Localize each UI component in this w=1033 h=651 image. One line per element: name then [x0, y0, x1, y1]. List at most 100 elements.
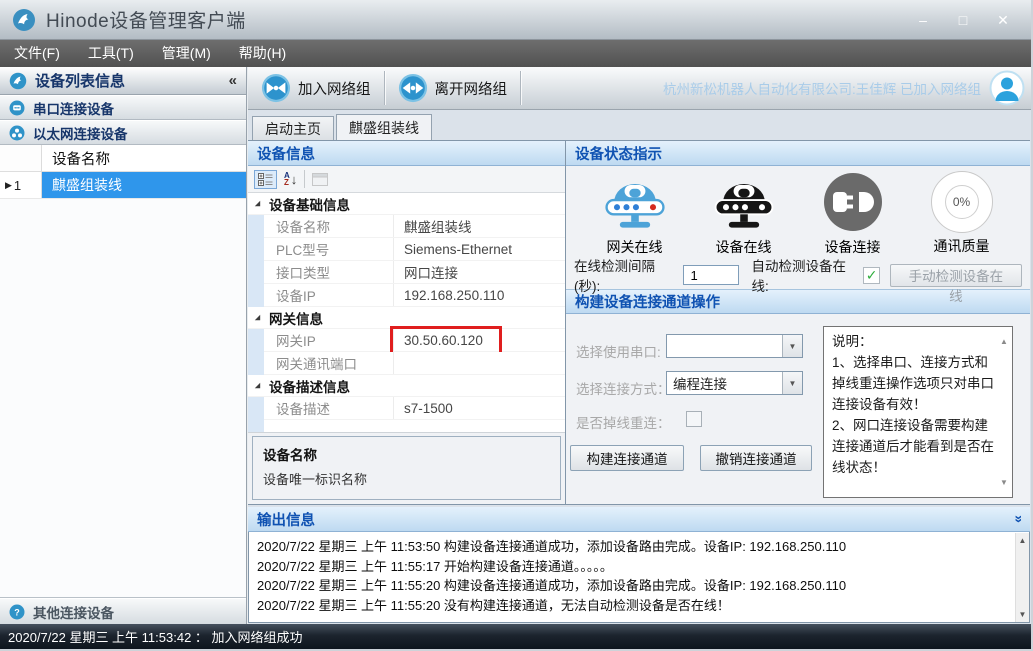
device-name-column-header[interactable]: 设备名称 — [42, 145, 246, 171]
serial-select-label: 选择使用串口: — [576, 341, 661, 361]
gateway-online-icon — [599, 170, 671, 234]
description-text: 设备唯一标识名称 — [263, 469, 550, 488]
comm-quality-gauge: 0% — [931, 171, 993, 233]
toolbar-separator — [304, 170, 305, 188]
scroll-up-icon[interactable]: ▲ — [1000, 331, 1008, 352]
join-network-button[interactable]: 加入网络组 — [248, 67, 384, 109]
expand-triangle-icon — [253, 313, 262, 322]
comm-quality-indicator: 0% 通讯质量 — [907, 171, 1016, 256]
mode-select-dropdown[interactable]: 编程连接 ▼ — [666, 371, 803, 395]
serial-port-icon — [9, 100, 25, 116]
status-indicators: 网关在线 设备在线 — [566, 166, 1030, 261]
app-logo-icon — [12, 8, 36, 32]
sidebar-item-label: 其他连接设备 — [33, 602, 114, 622]
join-network-label: 加入网络组 — [298, 78, 371, 99]
expand-triangle-icon — [253, 199, 262, 208]
close-button[interactable]: ✕ — [991, 9, 1015, 31]
leave-network-label: 离开网络组 — [435, 78, 508, 99]
categorized-icon[interactable] — [254, 170, 277, 189]
category-row[interactable]: 设备描述信息 — [248, 375, 565, 397]
reconnect-checkbox[interactable] — [686, 411, 702, 427]
row-index-cell: ▶ 1 — [0, 172, 42, 198]
serial-select-dropdown[interactable]: ▼ — [666, 334, 803, 358]
device-name-cell[interactable]: 麒盛组装线 — [42, 172, 246, 198]
user-network-status: 杭州新松机器人自动化有限公司:王佳辉 已加入网络组 — [663, 78, 981, 98]
auto-detect-checkbox[interactable]: ✓ — [863, 267, 879, 284]
sidebar-empty-area — [0, 198, 246, 598]
log-line: 2020/7/22 星期三 上午 11:53:50 构建设备连接通道成功，添加设… — [257, 537, 1007, 557]
sidebar-header: 设备列表信息 « — [0, 67, 246, 95]
property-value[interactable]: 麒盛组装线 — [394, 216, 565, 236]
revoke-channel-button[interactable]: 撤销连接通道 — [700, 445, 812, 471]
property-description-box: 设备名称 设备唯一标识名称 — [252, 436, 561, 500]
scroll-down-icon[interactable]: ▼ — [1000, 472, 1008, 493]
svg-text:?: ? — [14, 607, 20, 617]
note-line: 说明： — [832, 331, 996, 352]
other-devices-icon: ? — [9, 604, 25, 620]
check-icon: ✓ — [866, 268, 878, 282]
table-row[interactable]: ▶ 1 麒盛组装线 — [0, 172, 246, 198]
chevron-down-icon[interactable]: « — [1009, 515, 1025, 523]
property-value[interactable]: s7-1500 — [394, 401, 565, 416]
manual-detect-button[interactable]: 手动检测设备在线 — [890, 264, 1022, 287]
instructions-box: 说明： 1、选择串口、连接方式和掉线重连操作选项只对串口连接设备有效！ 2、网口… — [823, 326, 1013, 498]
sidebar-item-ethernet-devices[interactable]: 以太网连接设备 — [0, 120, 246, 145]
build-channel-button[interactable]: 构建连接通道 — [570, 445, 684, 471]
property-row: PLC型号 Siemens-Ethernet — [264, 238, 565, 261]
gateway-online-indicator: 网关在线 — [580, 170, 689, 257]
channel-ops-body: 选择使用串口: ▼ 选择连接方式： 编程连接 ▼ 是否掉线重连： 构建连接通道 … — [566, 314, 1030, 505]
chevron-down-icon[interactable]: ▼ — [782, 335, 802, 357]
property-pages-icon[interactable] — [312, 173, 328, 186]
log-line: 2020/7/22 星期三 上午 11:55:17 开始构建设备连接通道。。。。… — [257, 557, 1007, 577]
property-row: 接口类型 网口连接 — [264, 261, 565, 284]
device-list-sidebar: 设备列表信息 « 串口连接设备 以太网连接设备 设备名称 ▶ 1 — [0, 67, 247, 624]
sort-alphabetical-icon[interactable]: A Z ↓ — [284, 172, 297, 187]
scroll-down-icon[interactable]: ▼ — [1019, 610, 1027, 619]
interval-input[interactable] — [683, 265, 739, 285]
expand-triangle-icon — [253, 381, 262, 390]
app-window: Hinode设备管理客户端 – □ ✕ 文件(F) 工具(T) 管理(M) 帮助… — [0, 0, 1031, 649]
leave-network-button[interactable]: 离开网络组 — [385, 67, 521, 109]
device-connect-icon — [821, 170, 885, 234]
chevron-down-icon[interactable]: ▼ — [782, 372, 802, 394]
tab-device-page[interactable]: 麒盛组装线 — [336, 114, 432, 140]
sidebar-item-other-devices[interactable]: ? 其他连接设备 — [0, 598, 246, 624]
gateway-ip-highlight — [390, 326, 502, 355]
property-row: 设备IP 192.168.250.110 — [264, 284, 565, 307]
log-line: 2020/7/22 星期三 上午 11:55:20 没有构建连接通道，无法自动检… — [257, 596, 1007, 616]
title-bar: Hinode设备管理客户端 – □ ✕ — [0, 0, 1031, 40]
menu-manage[interactable]: 管理(M) — [148, 40, 225, 67]
indicator-label: 设备在线 — [716, 237, 772, 257]
sidebar-item-serial-devices[interactable]: 串口连接设备 — [0, 95, 246, 120]
property-row: 设备名称 麒盛组装线 — [264, 215, 565, 238]
minimize-button[interactable]: – — [911, 9, 935, 31]
property-value[interactable]: 网口连接 — [394, 262, 565, 282]
indicator-label: 通讯质量 — [934, 236, 990, 256]
note-line: 1、选择串口、连接方式和掉线重连操作选项只对串口连接设备有效！ — [832, 352, 996, 415]
status-message: 2020/7/22 星期三 上午 11:53:42 ： 加入网络组成功 — [8, 627, 303, 646]
menu-file[interactable]: 文件(F) — [0, 40, 74, 67]
sidebar-item-label: 串口连接设备 — [33, 98, 114, 118]
scroll-up-icon[interactable]: ▲ — [1019, 536, 1027, 545]
sidebar-collapse-icon[interactable]: « — [229, 72, 237, 89]
window-title: Hinode设备管理客户端 — [46, 6, 246, 33]
tab-start-home[interactable]: 启动主页 — [252, 116, 334, 140]
comm-quality-value: 0% — [945, 185, 979, 219]
property-grid: 设备基础信息 设备名称 麒盛组装线 PLC型号 Siemens-Ethernet… — [248, 193, 565, 433]
menu-tools[interactable]: 工具(T) — [74, 40, 148, 67]
note-scrollbar[interactable]: ▲ ▼ — [998, 331, 1010, 493]
device-status-header: 设备状态指示 — [566, 141, 1030, 166]
menu-help[interactable]: 帮助(H) — [225, 40, 300, 67]
maximize-button[interactable]: □ — [951, 9, 975, 31]
ethernet-icon — [9, 125, 25, 141]
output-scrollbar[interactable]: ▲ ▼ — [1015, 533, 1029, 622]
category-row[interactable]: 设备基础信息 — [248, 193, 565, 215]
sidebar-title: 设备列表信息 — [35, 70, 125, 91]
output-log-area: 2020/7/22 星期三 上午 11:53:50 构建设备连接通道成功，添加设… — [248, 532, 1030, 623]
property-value[interactable]: 192.168.250.110 — [394, 288, 565, 303]
property-value[interactable]: Siemens-Ethernet — [394, 242, 565, 257]
main-content: 加入网络组 离开网络组 杭州新松机器人自动化有限公司:王佳辉 已加入网络组 — [248, 67, 1031, 624]
avatar-icon[interactable] — [989, 70, 1025, 106]
indicator-label: 网关在线 — [607, 237, 663, 257]
output-header: 输出信息 « — [248, 507, 1030, 532]
